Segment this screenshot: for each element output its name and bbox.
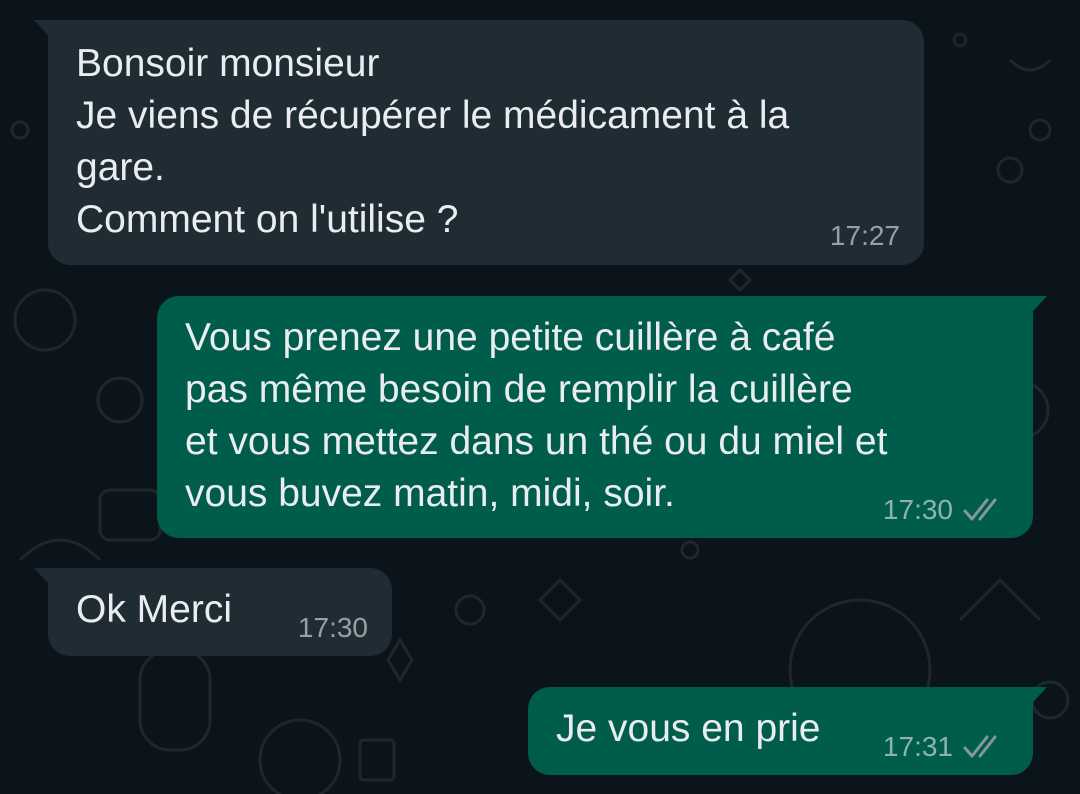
message-timestamp: 17:27 bbox=[829, 220, 900, 251]
message-line: Vous prenez une petite cuillère à café bbox=[185, 316, 836, 359]
outgoing-message[interactable]: Je vous en prie 17:31 bbox=[528, 687, 1047, 775]
outgoing-message[interactable]: Vous prenez une petite cuillère à café p… bbox=[157, 296, 1047, 538]
message-line: Comment on l'utilise ? bbox=[76, 198, 459, 241]
message-line: et vous mettez dans un thé ou du miel et bbox=[185, 420, 888, 463]
bubble-tail bbox=[34, 568, 58, 594]
double-check-icon bbox=[963, 498, 997, 521]
message-line: Ok Merci bbox=[76, 588, 232, 631]
incoming-message[interactable]: Ok Merci 17:30 bbox=[34, 568, 392, 656]
message-line: gare. bbox=[76, 146, 165, 189]
chat-message-list: Bonsoir monsieur Je viens de récupérer l… bbox=[0, 0, 1080, 794]
double-check-icon bbox=[963, 735, 997, 758]
bubble-tail bbox=[1023, 296, 1047, 322]
message-line: Je viens de récupérer le médicament à la bbox=[76, 94, 790, 137]
message-line: Bonsoir monsieur bbox=[76, 42, 380, 85]
message-timestamp: 17:30 bbox=[297, 612, 368, 643]
message-line: Je vous en prie bbox=[556, 707, 821, 750]
message-timestamp: 17:31 bbox=[882, 731, 953, 762]
incoming-message[interactable]: Bonsoir monsieur Je viens de récupérer l… bbox=[34, 20, 924, 265]
message-timestamp: 17:30 bbox=[882, 494, 953, 525]
message-line: vous buvez matin, midi, soir. bbox=[185, 472, 675, 515]
bubble-tail bbox=[1023, 687, 1047, 713]
bubble-tail bbox=[34, 20, 58, 46]
message-line: pas même besoin de remplir la cuillère bbox=[185, 368, 853, 411]
